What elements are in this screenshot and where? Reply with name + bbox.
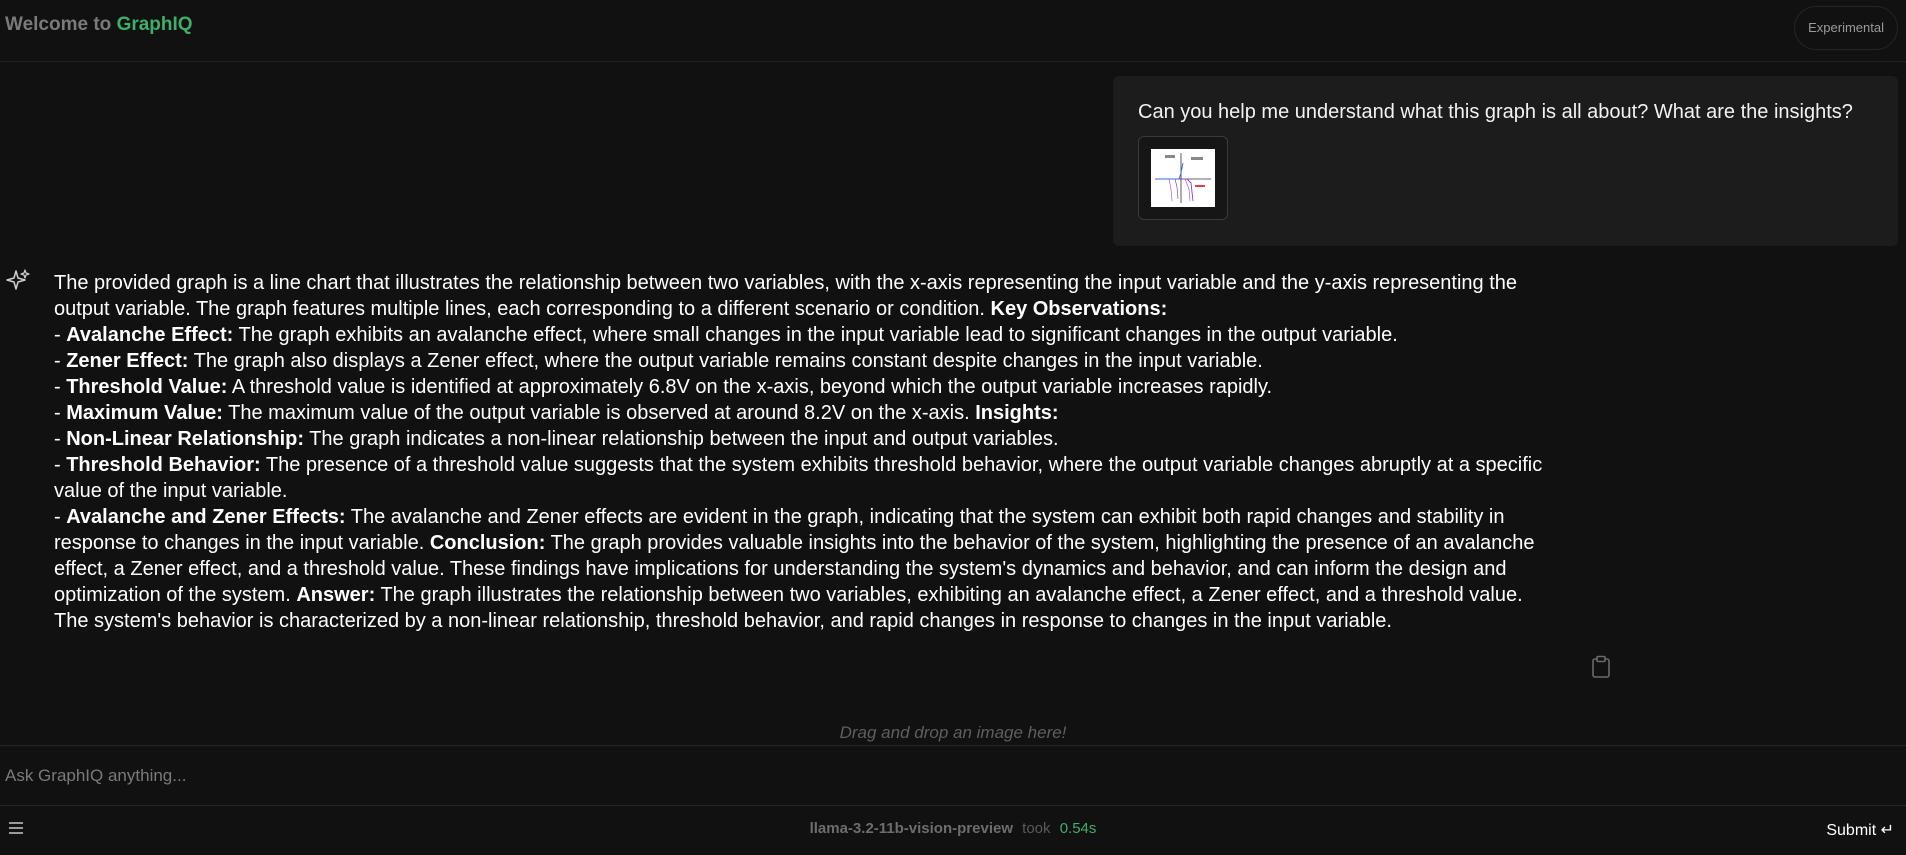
prompt-input[interactable] [0,746,1906,805]
attached-image-thumbnail[interactable] [1138,136,1228,220]
response-intro-text: The provided graph is a line chart that … [54,272,1518,320]
response-time: 0.54s [1059,820,1097,837]
assistant-message: The provided graph is a line chart that … [54,270,1559,634]
experimental-badge[interactable]: Experimental [1794,6,1898,50]
took-label: took [1022,820,1051,837]
user-message: Can you help me understand what this gra… [1113,76,1898,246]
response-intro: The provided graph is a line chart that … [54,270,1559,322]
submit-button[interactable]: Submit ↵ [1826,820,1894,840]
app-header: Welcome to GraphIQ Experimental [0,0,1906,62]
insights-heading: Insights: [975,402,1059,424]
observation-item: - Zener Effect: The graph also displays … [54,350,1263,372]
insight-text: The graph indicates a non-linear relatio… [309,428,1059,450]
drop-zone-hint[interactable]: Drag and drop an image here! [0,723,1906,743]
app-title: Welcome to GraphIQ [5,14,193,36]
observation-term: Threshold Value: [66,376,228,398]
insight-item: - Avalanche and Zener Effects: The avala… [54,506,1535,632]
observation-text: The graph also displays a Zener effect, … [193,350,1263,372]
model-info: llama-3.2-11b-vision-preview took 0.54s [0,820,1906,837]
key-observations-heading: Key Observations: [990,298,1168,320]
brand-name: GraphIQ [116,14,193,35]
sparkle-icon [6,269,30,290]
insight-term: Avalanche and Zener Effects: [66,506,346,528]
insight-text: The presence of a threshold value sugges… [54,454,1543,502]
insight-term: Threshold Behavior: [66,454,261,476]
insight-term: Non-Linear Relationship: [66,428,305,450]
observation-term: Zener Effect: [66,350,189,372]
footer-bar: llama-3.2-11b-vision-preview took 0.54s … [0,806,1906,855]
conclusion-heading: Conclusion: [429,532,546,554]
insight-item: - Threshold Behavior: The presence of a … [54,454,1543,502]
observation-term: Maximum Value: [66,402,223,424]
observation-item: - Threshold Value: A threshold value is … [54,376,1273,398]
observation-term: Avalanche Effect: [66,324,234,346]
composer [0,745,1906,806]
observation-item: - Avalanche Effect: The graph exhibits a… [54,324,1398,346]
observation-text: The maximum value of the output variable… [228,402,970,424]
answer-heading: Answer: [296,584,376,606]
insight-item: - Non-Linear Relationship: The graph ind… [54,428,1059,450]
clipboard-icon[interactable] [1590,655,1612,679]
user-message-text: Can you help me understand what this gra… [1138,101,1853,123]
brand-prefix: Welcome to [5,14,112,35]
graph-thumbnail-icon [1151,149,1215,207]
observation-text: The graph exhibits an avalanche effect, … [238,324,1398,346]
observation-item: - Maximum Value: The maximum value of th… [54,402,1059,424]
model-name: llama-3.2-11b-vision-preview [809,820,1013,837]
observation-text: A threshold value is identified at appro… [231,376,1273,398]
